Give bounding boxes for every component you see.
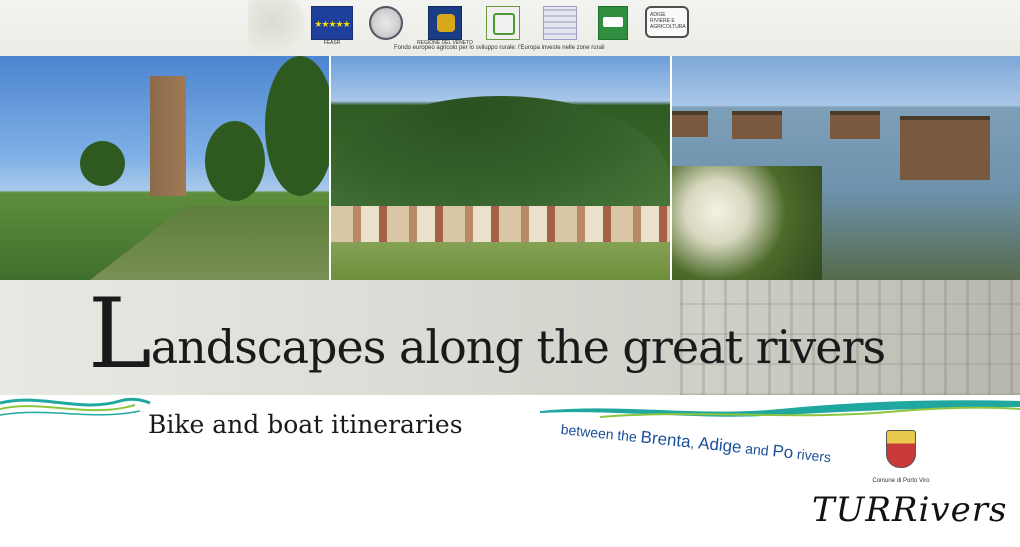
- funding-caption: Fondo europeo agricolo per lo sviluppo r…: [394, 45, 605, 51]
- photo-fishing-huts: [672, 56, 1020, 280]
- wooded-hill: [331, 96, 670, 216]
- eu-stars: ★★★★★: [314, 19, 350, 29]
- title-rest: andscapes along the great rivers: [150, 320, 886, 374]
- canal-water: [90, 206, 329, 280]
- municipality-label: Comune di Porto Viro: [872, 478, 930, 484]
- river-adige: Adige: [697, 433, 743, 457]
- village-houses: [331, 206, 670, 242]
- eu-logo-label: FEASR: [323, 40, 341, 46]
- regione-veneto-logo: [428, 6, 462, 40]
- photo-tower-canal: [0, 56, 329, 280]
- leaf-decoration: [248, 0, 308, 56]
- flowering-shrub: [672, 166, 822, 280]
- river-po: Po: [771, 441, 795, 463]
- leader-logo-icon: [486, 6, 520, 40]
- rivers-tagline: between the Brenta, Adige and Po rivers: [560, 420, 832, 466]
- psr-logo-icon: [543, 6, 577, 40]
- title-initial: L: [88, 278, 152, 390]
- photo-hill-village: [331, 56, 670, 280]
- eu-flag-logo: ★★★★★: [311, 6, 353, 40]
- logo-bar: ★★★★★ FEASR REGIONE DEL VENETO ADIGE RIV…: [0, 0, 1020, 56]
- gal-logo: ADIGE RIVIERE E AGRICOLTURA: [645, 6, 689, 38]
- subtitle: Bike and boat itineraries: [148, 410, 463, 439]
- river-brenta: Brenta: [639, 427, 692, 452]
- page-title: Landscapes along the great rivers: [88, 286, 886, 382]
- municipality-crest-icon: [886, 430, 916, 468]
- medieval-tower: [150, 76, 186, 196]
- turrivers-brand: TURRivers: [812, 490, 1008, 530]
- regional-flag-logo-icon: [598, 6, 628, 40]
- italian-republic-emblem-icon: [369, 6, 403, 40]
